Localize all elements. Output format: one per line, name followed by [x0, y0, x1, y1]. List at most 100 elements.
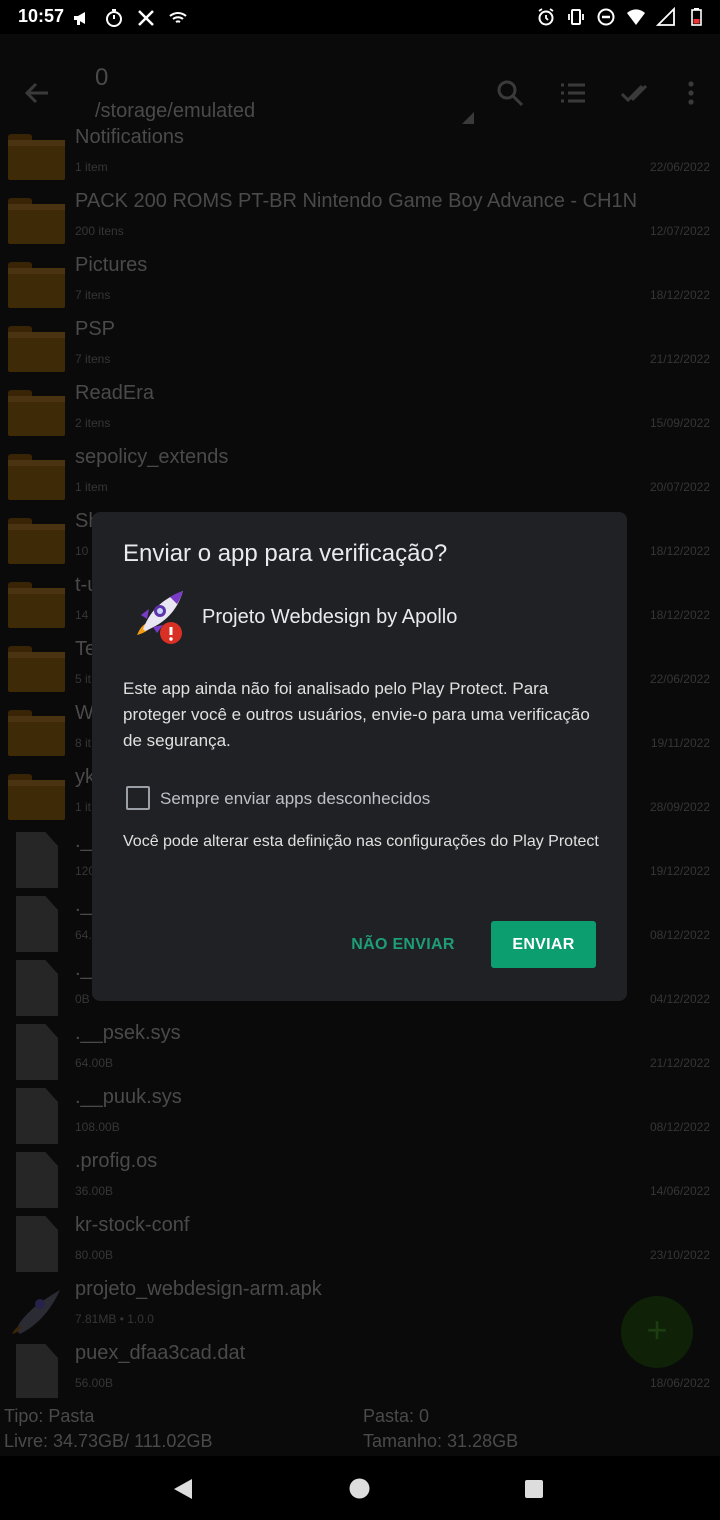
item-meta: 14: [75, 608, 89, 622]
item-name: PSP: [75, 318, 116, 340]
file-icon: [16, 1152, 58, 1208]
item-meta: 7 itens: [75, 288, 111, 302]
folder-icon: [8, 134, 65, 180]
file-icon: [16, 960, 58, 1016]
list-item[interactable]: .profig.os 36.00B 14/06/2022: [0, 1148, 720, 1212]
item-name: .__puuk.sys: [75, 1086, 182, 1108]
list-item[interactable]: projeto_webdesign-arm.apk 7.81MB • 1.0.0: [0, 1276, 720, 1340]
list-item[interactable]: PSP 7 itens 21/12/2022: [0, 316, 720, 380]
list-item[interactable]: Notifications 1 item 22/06/2022: [0, 124, 720, 188]
item-meta: 5 it: [75, 672, 92, 686]
select-all-icon[interactable]: [620, 78, 650, 108]
list-item[interactable]: sepolicy_extends 1 item 20/07/2022: [0, 444, 720, 508]
list-item[interactable]: kr-stock-conf 80.00B 23/10/2022: [0, 1212, 720, 1276]
storage-info-bar: Tipo: Pasta Livre: 34.73GB/ 111.02GB Pas…: [0, 1398, 720, 1456]
item-meta: 7 itens: [75, 352, 111, 366]
always-send-checkbox[interactable]: [126, 786, 150, 810]
navigation-bar: [0, 1456, 720, 1520]
item-name: puex_dfaa3cad.dat: [75, 1342, 246, 1364]
item-name: Notifications: [75, 126, 184, 148]
plus-icon: +: [646, 1309, 668, 1350]
send-button[interactable]: ENVIAR: [491, 921, 596, 968]
folder-icon: [8, 710, 65, 756]
file-icon: [16, 1216, 58, 1272]
status-bar: 10:57: [0, 0, 720, 34]
item-date: 22/06/2022: [649, 672, 710, 686]
item-date: 14/06/2022: [649, 1184, 710, 1198]
item-name: projeto_webdesign-arm.apk: [75, 1278, 322, 1300]
item-date: 08/12/2022: [649, 1120, 710, 1134]
item-date: 19/11/2022: [650, 736, 710, 750]
item-date: 08/12/2022: [649, 928, 710, 942]
file-icon: [16, 1024, 58, 1080]
item-meta: 200 itens: [75, 224, 124, 238]
rocket-app-icon: [137, 591, 183, 644]
folder-icon: [8, 454, 65, 500]
list-item[interactable]: puex_dfaa3cad.dat 56.00B 18/06/2022: [0, 1340, 720, 1398]
selection-count: 0: [95, 64, 109, 91]
dont-send-button[interactable]: NÃO ENVIAR: [334, 921, 472, 968]
item-meta: 0B: [75, 992, 90, 1006]
item-meta: 64.: [75, 928, 92, 942]
item-name: ReadEra: [75, 382, 154, 404]
nav-back-icon[interactable]: [172, 1478, 194, 1500]
item-meta: 56.00B: [75, 1376, 114, 1390]
current-path[interactable]: /storage/emulated: [95, 100, 255, 123]
x-app-icon: [138, 10, 154, 26]
item-meta: 7.81MB • 1.0.0: [75, 1312, 154, 1326]
list-item[interactable]: .__puuk.sys 108.00B 08/12/2022: [0, 1084, 720, 1148]
item-date: 12/07/2022: [649, 224, 710, 238]
folder-icon: [8, 518, 65, 564]
always-send-label[interactable]: Sempre enviar apps desconhecidos: [160, 789, 430, 809]
item-date: 18/12/2022: [649, 288, 710, 302]
size-info: Tamanho: 31.28GB: [363, 1431, 519, 1451]
item-meta: 108.00B: [75, 1120, 120, 1134]
nav-recents-icon[interactable]: [524, 1479, 544, 1499]
alarm-icon: [538, 8, 554, 26]
folder-icon: [8, 774, 65, 820]
item-date: 04/12/2022: [649, 992, 710, 1006]
item-meta: 64.00B: [75, 1056, 114, 1070]
more-options-icon[interactable]: [676, 78, 706, 108]
item-meta: 1 item: [75, 160, 108, 174]
battery-icon: [691, 8, 702, 26]
folder-icon: [8, 582, 65, 628]
item-date: 15/09/2022: [649, 416, 710, 430]
search-icon[interactable]: [495, 78, 525, 108]
item-date: 20/07/2022: [649, 480, 710, 494]
free-space-info: Livre: 34.73GB/ 111.02GB: [4, 1431, 213, 1451]
vibrate-icon: [568, 9, 584, 25]
list-item[interactable]: ReadEra 2 itens 15/09/2022: [0, 380, 720, 444]
dialog-hint: Você pode alterar esta definição nas con…: [123, 833, 599, 850]
folder-icon: [8, 198, 65, 244]
status-time: 10:57: [18, 6, 65, 26]
dnd-icon: [597, 8, 615, 26]
item-date: 18/06/2022: [649, 1376, 710, 1390]
item-name: Pictures: [75, 254, 148, 276]
item-meta: 1 it: [75, 800, 92, 814]
list-item[interactable]: Pictures 7 itens 18/12/2022: [0, 252, 720, 316]
signal-icon: [656, 7, 675, 26]
megaphone-icon: [74, 12, 85, 25]
item-meta: 1 item: [75, 480, 108, 494]
play-protect-dialog: Enviar o app para verificação? Projeto W…: [92, 512, 627, 1001]
item-date: 23/10/2022: [649, 1248, 710, 1262]
list-view-icon[interactable]: [558, 78, 588, 108]
add-fab-button[interactable]: +: [621, 1296, 693, 1368]
nav-home-icon[interactable]: [349, 1478, 370, 1499]
item-date: 18/12/2022: [649, 544, 710, 558]
folder-icon: [8, 646, 65, 692]
file-icon: [16, 1344, 58, 1398]
list-item[interactable]: .__psek.sys 64.00B 21/12/2022: [0, 1020, 720, 1084]
item-meta: 10: [75, 544, 89, 558]
dialog-title: Enviar o app para verificação?: [123, 540, 448, 567]
folder-count-info: Pasta: 0: [363, 1406, 430, 1426]
wifi-calling-icon: [169, 12, 187, 23]
file-icon: [16, 832, 58, 888]
item-name: sepolicy_extends: [75, 446, 229, 468]
list-item[interactable]: PACK 200 ROMS PT-BR Nintendo Game Boy Ad…: [0, 188, 720, 252]
item-name: PACK 200 ROMS PT-BR Nintendo Game Boy Ad…: [75, 190, 638, 212]
folder-icon: [8, 262, 65, 308]
back-arrow-icon[interactable]: [22, 78, 52, 108]
item-date: 18/12/2022: [649, 608, 710, 622]
